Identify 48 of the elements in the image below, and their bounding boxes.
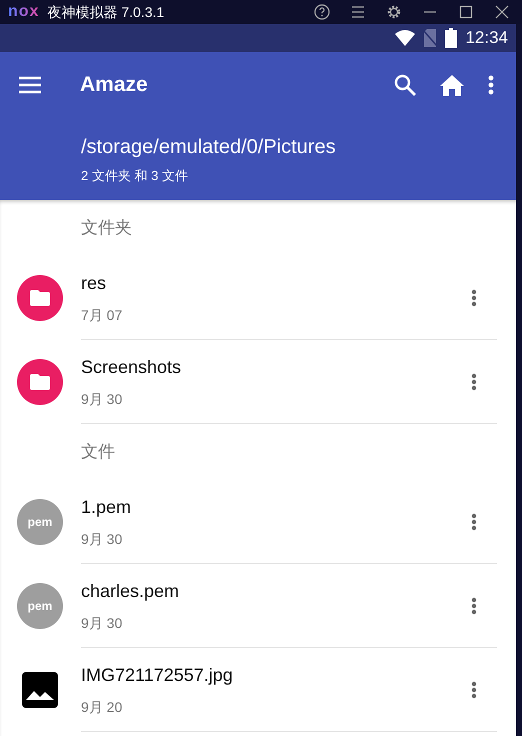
file-type-icon: pem bbox=[17, 583, 63, 629]
search-icon bbox=[394, 74, 416, 96]
file-date: 9月 30 bbox=[81, 614, 124, 632]
app-title: Amaze bbox=[80, 72, 149, 98]
more-button[interactable] bbox=[488, 75, 494, 95]
item-menu-button[interactable] bbox=[471, 680, 477, 698]
search-button[interactable] bbox=[394, 74, 416, 96]
section-header: 文件 bbox=[81, 441, 115, 464]
home-button[interactable] bbox=[440, 74, 464, 96]
menu-button[interactable] bbox=[19, 76, 41, 94]
folder-summary: 2 文件夹 和 3 文件 bbox=[81, 167, 189, 185]
menu-icon[interactable] bbox=[350, 4, 366, 20]
wifi-icon bbox=[395, 30, 416, 46]
section-header: 文件夹 bbox=[81, 217, 132, 240]
window-title: 夜神模拟器 7.0.3.1 bbox=[47, 2, 166, 22]
folder-icon bbox=[17, 275, 63, 321]
more-icon bbox=[471, 512, 477, 530]
settings-icon[interactable] bbox=[386, 4, 402, 20]
file-name: charles.pem bbox=[81, 580, 180, 603]
help-icon[interactable] bbox=[314, 4, 330, 20]
no-sim-icon bbox=[423, 29, 438, 47]
file-date: 9月 30 bbox=[81, 390, 124, 408]
close-icon[interactable] bbox=[494, 4, 510, 20]
maximize-icon[interactable] bbox=[458, 4, 474, 20]
file-name: IMG721172557.jpg bbox=[81, 664, 234, 687]
menu-icon bbox=[19, 76, 41, 94]
more-icon bbox=[471, 596, 477, 614]
file-name: Screenshots bbox=[81, 356, 182, 378]
item-menu-button[interactable] bbox=[471, 372, 477, 390]
file-name: 1.pem bbox=[81, 496, 132, 519]
image-icon bbox=[22, 672, 58, 708]
clock: 12:34 bbox=[465, 27, 508, 50]
home-icon bbox=[440, 74, 464, 96]
file-date: 7月 07 bbox=[81, 306, 124, 324]
item-menu-button[interactable] bbox=[471, 512, 477, 530]
file-date: 9月 20 bbox=[81, 698, 124, 716]
file-date: 9月 30 bbox=[81, 530, 124, 548]
more-icon bbox=[471, 680, 477, 698]
battery-icon bbox=[445, 28, 458, 48]
folder-icon bbox=[17, 359, 63, 405]
path-title: /storage/emulated/0/Pictures bbox=[81, 135, 337, 160]
item-menu-button[interactable] bbox=[471, 596, 477, 614]
more-icon bbox=[488, 75, 494, 95]
file-type-icon: pem bbox=[17, 499, 63, 545]
item-menu-button[interactable] bbox=[471, 288, 477, 306]
more-icon bbox=[471, 372, 477, 390]
file-name: res bbox=[81, 272, 108, 294]
more-icon bbox=[471, 288, 477, 306]
